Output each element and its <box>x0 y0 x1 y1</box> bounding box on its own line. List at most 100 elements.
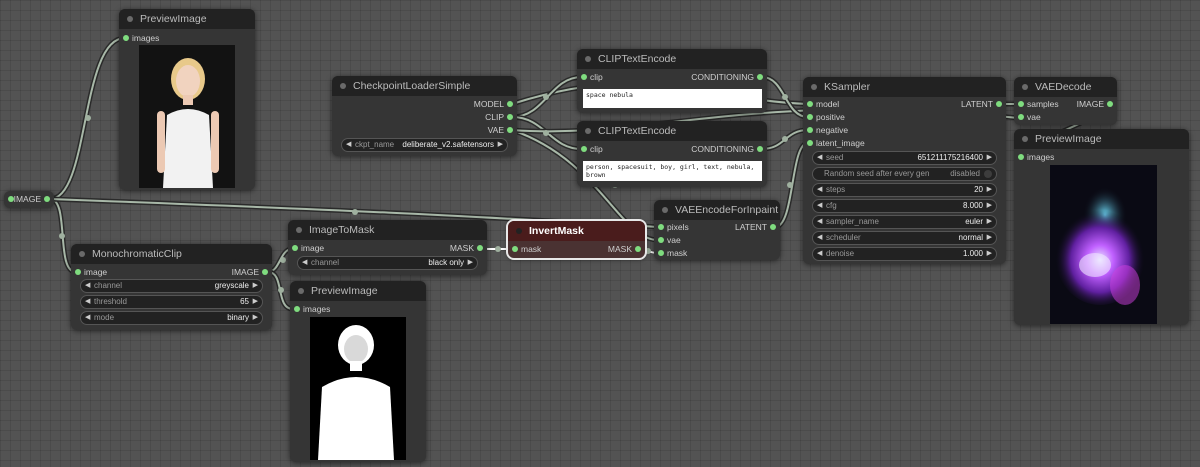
arrow-left-icon[interactable]: ◀ <box>817 184 822 196</box>
input-slot-icon[interactable] <box>8 196 14 202</box>
input-images[interactable]: images <box>290 303 330 316</box>
output-image[interactable]: IMAGE <box>1077 98 1117 111</box>
input-image[interactable]: image <box>71 266 107 279</box>
input-pixels[interactable]: pixels <box>654 221 689 234</box>
node-title[interactable]: VAEEncodeForInpaint <box>654 200 780 220</box>
output-latent[interactable]: LATENT <box>735 221 780 234</box>
node-title[interactable]: InvertMask <box>508 221 645 241</box>
input-slot-icon[interactable] <box>123 35 129 41</box>
arrow-right-icon[interactable]: ▶ <box>253 280 258 292</box>
output-slot-icon[interactable] <box>507 101 513 107</box>
clip-text-encode-positive-node[interactable]: CLIPTextEncode clip CONDITIONING space n… <box>577 49 767 113</box>
input-positive[interactable]: positive <box>803 111 845 124</box>
collapse-dot-icon[interactable] <box>585 128 591 134</box>
input-image[interactable]: image <box>288 242 324 255</box>
channel-combo[interactable]: ◀ channel greyscale ▶ <box>80 279 263 293</box>
output-slot-icon[interactable] <box>44 196 50 202</box>
collapse-dot-icon[interactable] <box>662 207 668 213</box>
output-slot-icon[interactable] <box>996 101 1002 107</box>
input-slot-icon[interactable] <box>1018 114 1024 120</box>
invert-mask-node[interactable]: InvertMask mask MASK <box>506 219 647 260</box>
prompt-textarea[interactable]: person, spacesuit, boy, girl, text, nebu… <box>583 161 762 181</box>
collapse-dot-icon[interactable] <box>811 84 817 90</box>
input-clip[interactable]: clip <box>577 71 603 84</box>
denoise-number[interactable]: ◀ denoise 1.000 ▶ <box>812 247 997 261</box>
node-title[interactable]: PreviewImage <box>1014 129 1189 149</box>
clip-text-encode-negative-node[interactable]: CLIPTextEncode clip CONDITIONING person,… <box>577 121 767 187</box>
collapse-dot-icon[interactable] <box>298 288 304 294</box>
input-slot-icon[interactable] <box>294 306 300 312</box>
preview-image-node-top[interactable]: PreviewImage images <box>119 9 255 190</box>
input-slot-icon[interactable] <box>581 74 587 80</box>
input-vae[interactable]: vae <box>1014 111 1041 124</box>
node-title[interactable]: PreviewImage <box>290 281 426 301</box>
arrow-left-icon[interactable]: ◀ <box>817 152 822 164</box>
input-mask[interactable]: mask <box>654 247 687 260</box>
arrow-left-icon[interactable]: ◀ <box>346 139 351 151</box>
output-slot-icon[interactable] <box>757 74 763 80</box>
steps-number[interactable]: ◀ steps 20 ▶ <box>812 183 997 197</box>
node-title[interactable]: CLIPTextEncode <box>577 121 767 141</box>
output-mask[interactable]: MASK <box>608 243 645 256</box>
output-image[interactable]: IMAGE <box>232 266 272 279</box>
threshold-number[interactable]: ◀ threshold 65 ▶ <box>80 295 263 309</box>
input-slot-icon[interactable] <box>807 101 813 107</box>
arrow-left-icon[interactable]: ◀ <box>817 200 822 212</box>
preview-image-node-output[interactable]: PreviewImage images <box>1014 129 1189 325</box>
input-slot-icon[interactable] <box>658 224 664 230</box>
collapse-dot-icon[interactable] <box>340 83 346 89</box>
output-slot-icon[interactable] <box>635 246 641 252</box>
node-title[interactable]: PreviewImage <box>119 9 255 29</box>
output-slot-icon[interactable] <box>757 146 763 152</box>
input-slot-icon[interactable] <box>807 127 813 133</box>
collapse-dot-icon[interactable] <box>79 251 85 257</box>
checkpoint-loader-node[interactable]: CheckpointLoaderSimple MODEL CLIP VAE ◀ c… <box>332 76 517 156</box>
input-vae[interactable]: vae <box>654 234 681 247</box>
toggle-knob-icon[interactable] <box>984 170 992 178</box>
input-samples[interactable]: samples <box>1014 98 1059 111</box>
arrow-right-icon[interactable]: ▶ <box>253 312 258 324</box>
arrow-right-icon[interactable]: ▶ <box>253 296 258 308</box>
arrow-right-icon[interactable]: ▶ <box>987 184 992 196</box>
collapse-dot-icon[interactable] <box>296 227 302 233</box>
image-source-node[interactable]: IMAGE <box>4 191 54 208</box>
collapse-dot-icon[interactable] <box>127 16 133 22</box>
output-slot-icon[interactable] <box>262 269 268 275</box>
image-source-output[interactable]: IMAGE <box>14 193 54 206</box>
input-model[interactable]: model <box>803 98 839 111</box>
channel-combo[interactable]: ◀ channel black only ▶ <box>297 256 478 270</box>
collapse-dot-icon[interactable] <box>585 56 591 62</box>
input-images[interactable]: images <box>1014 151 1054 164</box>
collapse-dot-icon[interactable] <box>516 228 522 234</box>
arrow-left-icon[interactable]: ◀ <box>302 257 307 269</box>
collapse-dot-icon[interactable] <box>1022 84 1028 90</box>
input-clip[interactable]: clip <box>577 143 603 156</box>
output-latent[interactable]: LATENT <box>961 98 1006 111</box>
node-title[interactable]: CheckpointLoaderSimple <box>332 76 517 96</box>
vae-encode-inpaint-node[interactable]: VAEEncodeForInpaint pixels vae mask LATE… <box>654 200 780 260</box>
input-slot-icon[interactable] <box>807 140 813 146</box>
input-images[interactable]: images <box>119 32 159 45</box>
output-slot-icon[interactable] <box>770 224 776 230</box>
output-mask[interactable]: MASK <box>450 242 487 255</box>
image-to-mask-node[interactable]: ImageToMask image MASK ◀ channel black onl… <box>288 220 487 275</box>
arrow-left-icon[interactable]: ◀ <box>85 280 90 292</box>
sampler-name-combo[interactable]: ◀ sampler_name euler ▶ <box>812 215 997 229</box>
seed-number[interactable]: ◀ seed 651211175216400 ▶ <box>812 151 997 165</box>
output-slot-icon[interactable] <box>507 114 513 120</box>
input-slot-icon[interactable] <box>658 250 664 256</box>
arrow-left-icon[interactable]: ◀ <box>85 312 90 324</box>
node-title[interactable]: VAEDecode <box>1014 77 1117 97</box>
collapse-dot-icon[interactable] <box>1022 136 1028 142</box>
prompt-textarea[interactable]: space nebula <box>583 89 762 108</box>
mode-combo[interactable]: ◀ mode binary ▶ <box>80 311 263 325</box>
node-title[interactable]: MonochromaticClip <box>71 244 272 264</box>
input-slot-icon[interactable] <box>75 269 81 275</box>
input-slot-icon[interactable] <box>1018 154 1024 160</box>
arrow-left-icon[interactable]: ◀ <box>85 296 90 308</box>
arrow-right-icon[interactable]: ▶ <box>468 257 473 269</box>
arrow-right-icon[interactable]: ▶ <box>498 139 503 151</box>
arrow-right-icon[interactable]: ▶ <box>987 216 992 228</box>
random-seed-toggle[interactable]: Random seed after every gen disabled <box>812 167 997 181</box>
input-slot-icon[interactable] <box>1018 101 1024 107</box>
